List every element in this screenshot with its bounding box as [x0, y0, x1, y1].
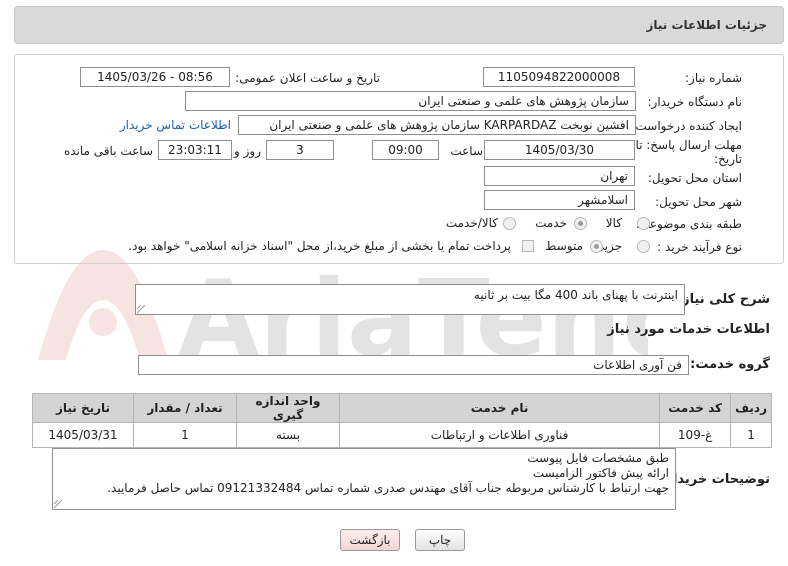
cell-service-name: فناوری اطلاعات و ارتباطات	[338, 422, 661, 448]
back-button[interactable]: بازگشت	[340, 529, 400, 551]
service-group-field: فن آوری اطلاعات	[138, 355, 689, 375]
cell-unit: بسته	[236, 422, 340, 448]
cell-row-number: 1	[730, 422, 772, 448]
province-field: تهران	[484, 166, 635, 186]
col-header-unit: واحد اندازه گیری	[236, 393, 340, 423]
page-header: جزئیات اطلاعات نیاز	[14, 6, 784, 44]
buyer-org-label: نام دستگاه خریدار:	[647, 95, 743, 109]
col-header-need-date: تاریخ نیاز	[32, 393, 134, 423]
creator-label: ایجاد کننده درخواست:	[631, 119, 742, 133]
province-label: استان محل تحویل:	[647, 171, 742, 185]
deadline-label-line1: مهلت ارسال پاسخ: تا	[635, 138, 742, 152]
buyer-notes-label: توضیحات خریدار:	[660, 472, 770, 487]
category-radio-goods[interactable]	[637, 217, 650, 230]
col-header-service-name: نام خدمت	[338, 393, 661, 423]
service-group-label: گروه خدمت:	[690, 357, 770, 372]
category-radio-goods-service[interactable]	[503, 217, 516, 230]
deadline-time-field: 09:00	[372, 140, 439, 160]
treasury-payment-note: پرداخت تمام یا بخشی از مبلغ خرید،از محل …	[128, 239, 511, 253]
city-label: شهر محل تحویل:	[655, 195, 742, 209]
notes-resize-handle-icon[interactable]	[54, 500, 62, 508]
resize-handle-icon[interactable]	[137, 305, 145, 313]
buyer-notes-line-1: طبق مشخصات فایل پیوست	[527, 451, 669, 465]
remaining-time-field: 23:03:11	[158, 140, 232, 160]
category-label: طبقه بندی موضوعی:	[635, 217, 742, 231]
table-row: 1 غ-109 فناوری اطلاعات و ارتباطات بسته 1…	[32, 422, 772, 448]
category-radio-service[interactable]	[574, 217, 587, 230]
process-radio-minor[interactable]	[637, 240, 650, 253]
summary-label: شرح کلی نیاز:	[676, 292, 770, 307]
category-option-service: خدمت	[535, 216, 567, 230]
cell-service-code: غ-109	[659, 422, 732, 448]
days-field: 3	[266, 140, 334, 160]
services-section-title: اطلاعات خدمات مورد نیاز	[607, 322, 770, 337]
buyer-notes-line-3: جهت ارتباط با کارشناس مربوطه جناب آقای م…	[107, 481, 669, 495]
announce-datetime-label: تاریخ و ساعت اعلان عمومی:	[235, 71, 380, 85]
buyer-contact-link[interactable]: اطلاعات تماس خریدار	[120, 118, 231, 132]
deadline-label-line2: تاریخ:	[714, 152, 742, 166]
buyer-notes-line-2: ارائه پیش فاکتور الزامیست	[532, 466, 669, 480]
services-table: ردیف کد خدمت نام خدمت واحد اندازه گیری ت…	[32, 393, 772, 448]
cell-quantity: 1	[133, 422, 237, 448]
treasury-payment-checkbox[interactable]	[522, 240, 534, 252]
need-number-field: 1105094822000008	[483, 67, 635, 87]
table-header-row: ردیف کد خدمت نام خدمت واحد اندازه گیری ت…	[32, 393, 772, 423]
remaining-time-label: ساعت باقی مانده	[63, 144, 153, 158]
cell-need-date: 1405/03/31	[32, 422, 134, 448]
creator-field: افشین نوبخت KARPARDAZ سازمان پژوهش های ع…	[238, 115, 636, 135]
need-number-label: شماره نیاز:	[685, 71, 742, 85]
category-option-goods-service: کالا/خدمت	[445, 216, 498, 230]
process-option-medium: متوسط	[545, 239, 583, 253]
buyer-notes-field: طبق مشخصات فایل پیوست ارائه پیش فاکتور ا…	[52, 448, 676, 510]
page-title: جزئیات اطلاعات نیاز	[646, 18, 767, 32]
col-header-service-code: کد خدمت	[659, 393, 732, 423]
col-header-row-number: ردیف	[730, 393, 772, 423]
summary-field: اینترنت با پهنای باند 400 مگا بیت بر ثان…	[135, 284, 685, 315]
days-label: روز و	[234, 144, 261, 158]
process-radio-medium[interactable]	[590, 240, 603, 253]
print-button[interactable]: چاپ	[415, 529, 465, 551]
category-option-goods: کالا	[605, 216, 622, 230]
deadline-date-field: 1405/03/30	[484, 140, 635, 160]
announce-datetime-value: 1405/03/26 - 08:56	[97, 70, 213, 84]
announce-datetime-field: 1405/03/26 - 08:56	[80, 67, 230, 87]
process-label: نوع فرآیند خرید :	[657, 240, 742, 254]
city-field: اسلامشهر	[484, 190, 635, 210]
buyer-org-field: سازمان پژوهش های علمی و صنعتی ایران	[185, 91, 636, 111]
deadline-time-label: ساعت	[450, 144, 483, 158]
col-header-quantity: تعداد / مقدار	[133, 393, 237, 423]
